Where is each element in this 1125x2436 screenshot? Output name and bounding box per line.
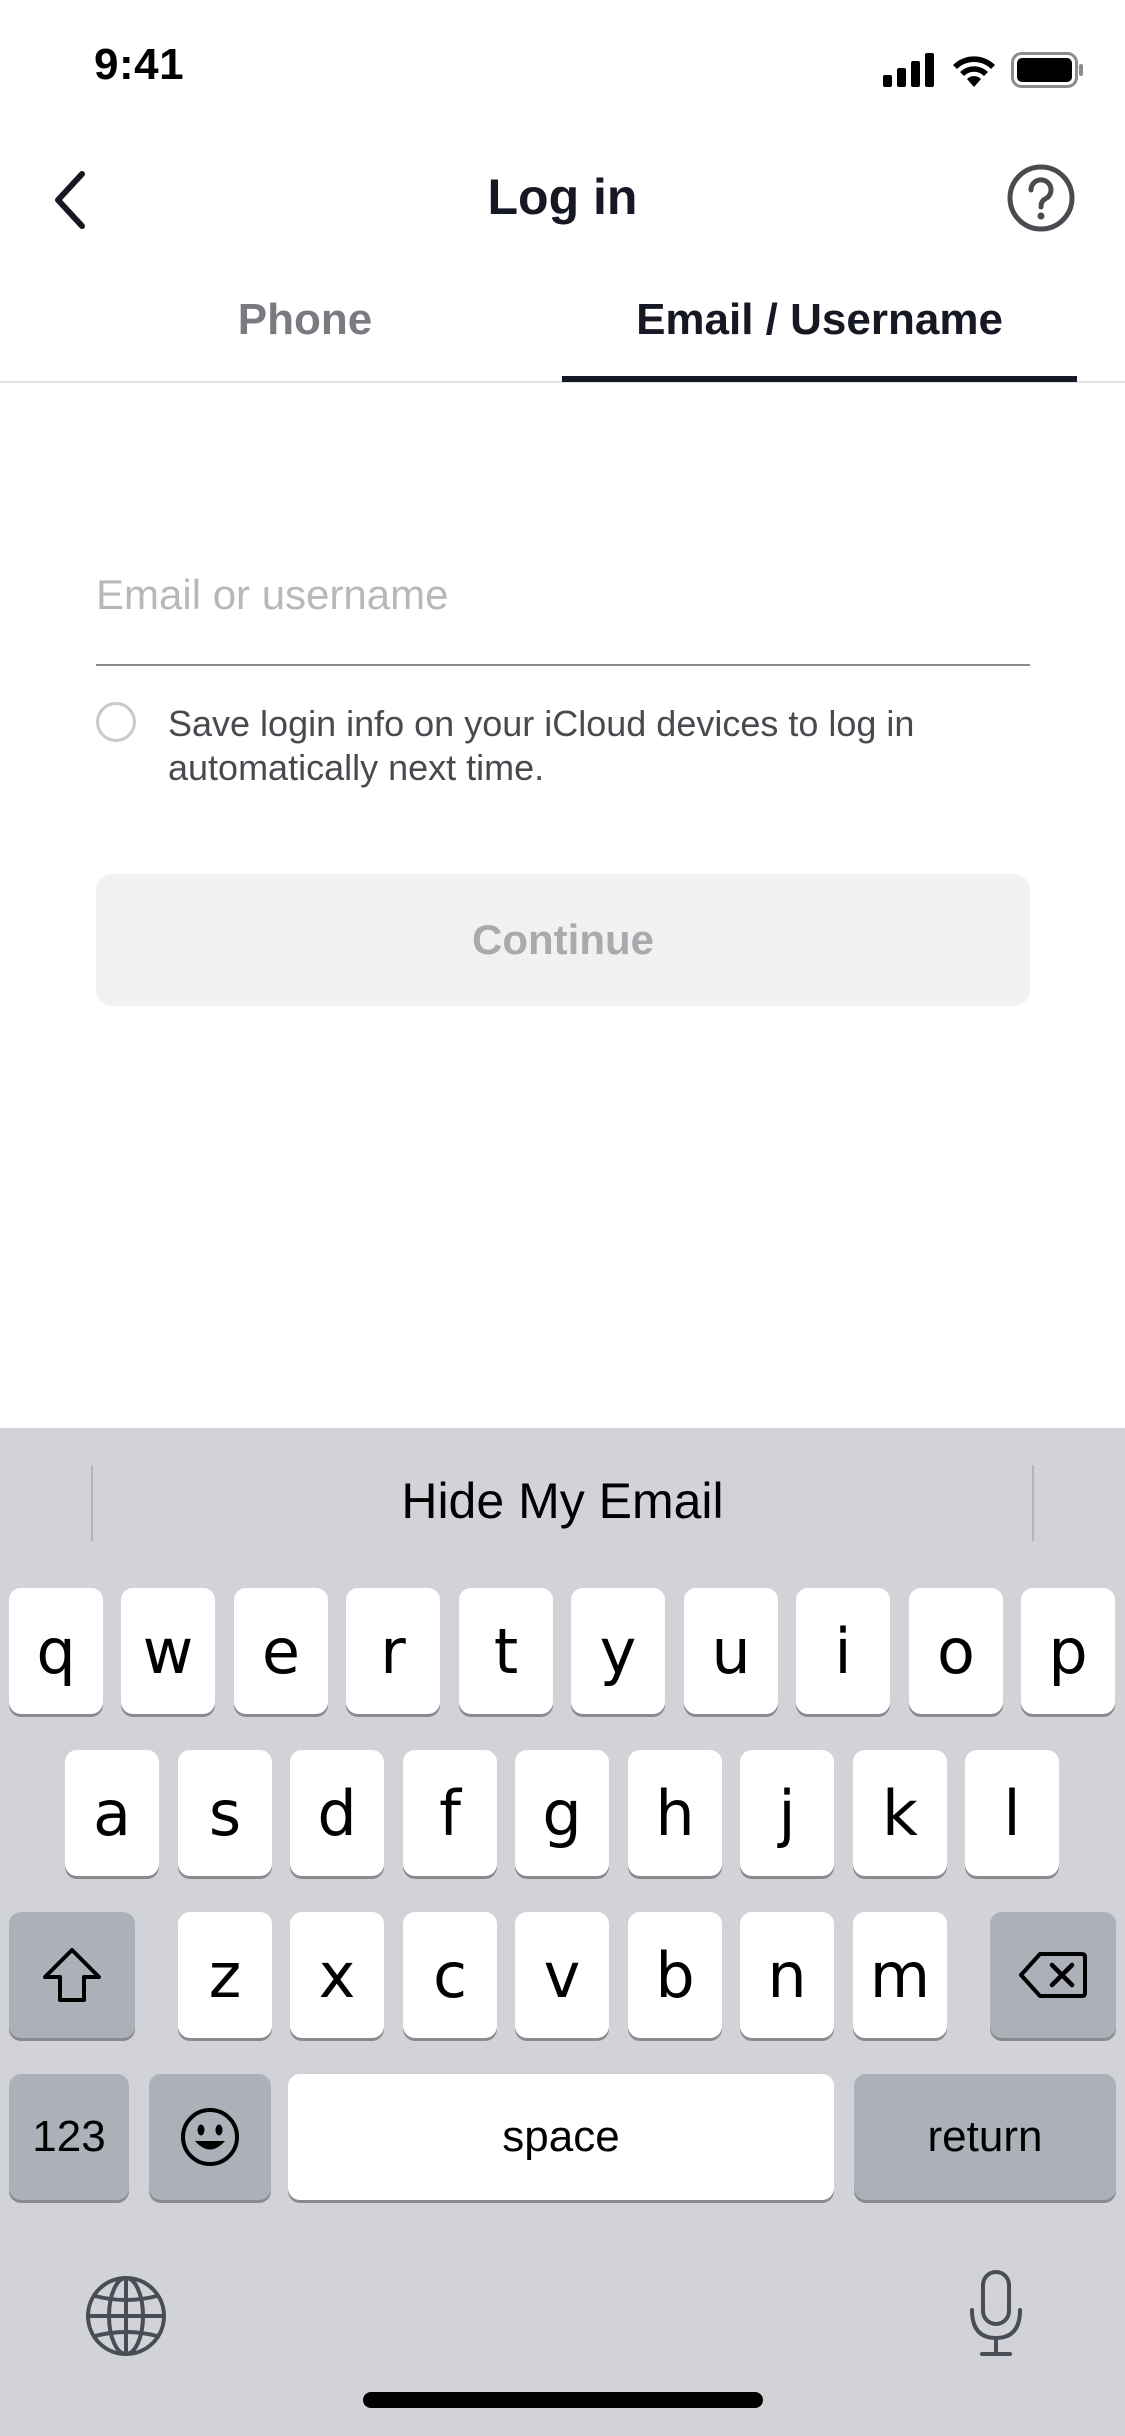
key-p[interactable]: p [1021,1588,1115,1714]
save-login-text: Save login info on your iCloud devices t… [168,703,915,788]
microphone-icon [970,2270,1022,2356]
key-t[interactable]: t [459,1588,553,1714]
key-x[interactable]: x [290,1912,384,2038]
key-n[interactable]: n [740,1912,834,2038]
globe-icon [86,2276,166,2356]
input-underline [96,664,1030,666]
key-v[interactable]: v [515,1912,609,2038]
dictation-button[interactable] [966,2268,1026,2360]
key-y[interactable]: y [571,1588,665,1714]
globe-button[interactable] [82,2272,170,2360]
return-key[interactable]: return [854,2074,1116,2200]
smiley-icon [181,2108,239,2166]
key-j[interactable]: j [740,1750,834,1876]
continue-button[interactable]: Continue [96,874,1030,1006]
numbers-key[interactable]: 123 [9,2074,129,2200]
key-w[interactable]: w [121,1588,215,1714]
shift-key[interactable] [9,1912,135,2038]
key-k[interactable]: k [853,1750,947,1876]
question-circle-icon [1007,164,1075,232]
key-c[interactable]: c [403,1912,497,2038]
key-i[interactable]: i [796,1588,890,1714]
backspace-key[interactable] [990,1912,1116,2038]
tab-phone[interactable]: Phone [100,295,510,345]
key-u[interactable]: u [684,1588,778,1714]
key-q[interactable]: q [9,1588,103,1714]
key-h[interactable]: h [628,1750,722,1876]
key-o[interactable]: o [909,1588,1003,1714]
home-indicator [363,2392,763,2408]
key-z[interactable]: z [178,1912,272,2038]
key-e[interactable]: e [234,1588,328,1714]
key-m[interactable]: m [853,1912,947,2038]
active-tab-indicator [562,376,1077,382]
key-r[interactable]: r [346,1588,440,1714]
shift-icon [43,1948,101,2002]
delete-backward-icon [1019,1952,1087,1998]
key-a[interactable]: a [65,1750,159,1876]
wifi-icon [953,56,995,87]
tab-email-username[interactable]: Email / Username [562,295,1077,345]
status-time: 9:41 [94,40,185,89]
cellular-signal-icon [883,53,934,87]
key-s[interactable]: s [178,1750,272,1876]
status-icons [883,50,1085,90]
space-key[interactable]: space [288,2074,834,2200]
email-username-input[interactable] [96,555,1030,635]
help-button[interactable] [1005,162,1077,234]
key-f[interactable]: f [403,1750,497,1876]
emoji-key[interactable] [149,2074,271,2200]
save-login-checkbox[interactable] [96,702,136,742]
page-title: Log in [487,169,638,225]
key-g[interactable]: g [515,1750,609,1876]
hide-my-email-suggestion[interactable]: Hide My Email [0,1472,1125,1530]
key-l[interactable]: l [965,1750,1059,1876]
key-d[interactable]: d [290,1750,384,1876]
key-b[interactable]: b [628,1912,722,2038]
battery-icon [1011,52,1083,88]
